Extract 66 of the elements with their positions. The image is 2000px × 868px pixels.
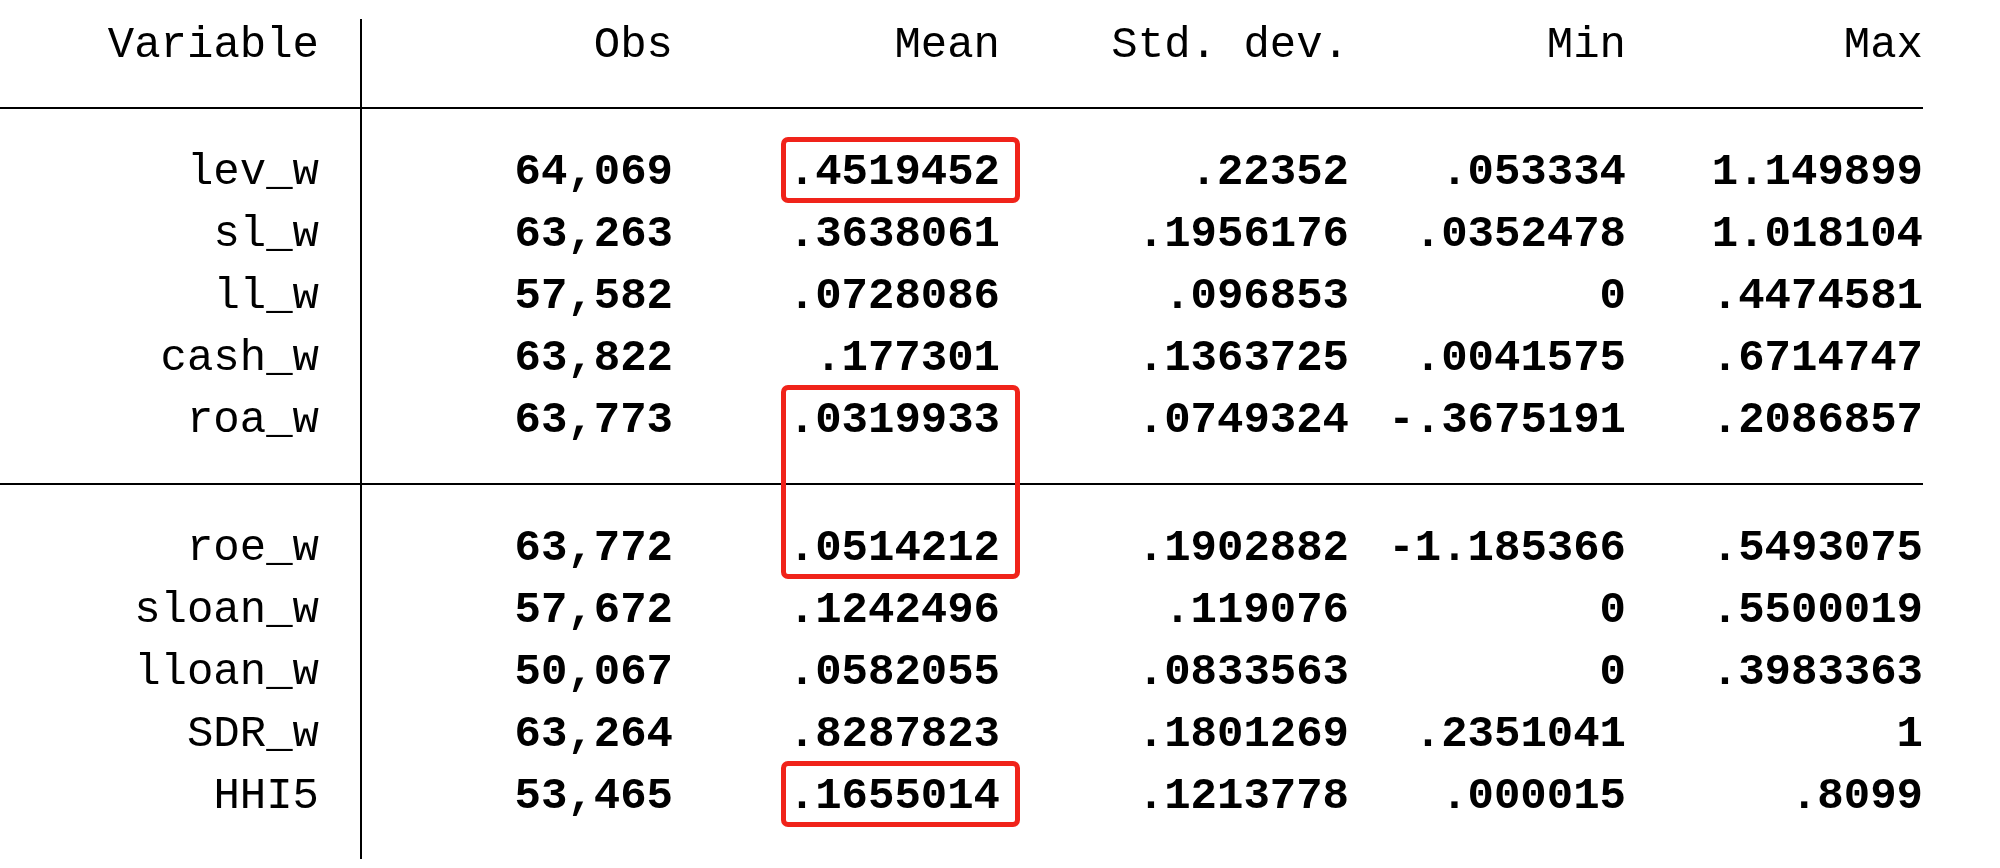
table-cell: 1 (1896, 709, 1923, 759)
table-cell: .0041575 (1414, 333, 1626, 383)
table-cell: .2086857 (1711, 395, 1923, 445)
table-cell: .3638061 (788, 209, 1000, 259)
table-cell: .1902882 (1137, 523, 1349, 573)
table-cell: .1242496 (788, 585, 1000, 635)
table-cell: 63,264 (514, 709, 673, 759)
table-cell: .1956176 (1137, 209, 1349, 259)
table-cell: .0582055 (788, 647, 1000, 697)
variable-name: sloan_w (134, 585, 319, 635)
table-cell: -.3675191 (1388, 395, 1626, 445)
table-cell: .119076 (1164, 585, 1349, 635)
table-cell: .6714747 (1711, 333, 1923, 383)
table-cell: .8099 (1790, 771, 1923, 821)
table-cell: .4519452 (788, 147, 1000, 197)
variable-name: cash_w (160, 333, 319, 383)
table-cell: .1655014 (788, 771, 1000, 821)
column-header: Variable (107, 20, 319, 70)
column-header: Max (1843, 20, 1923, 70)
variable-name: ll_w (213, 271, 319, 321)
table-cell: .5493075 (1711, 523, 1923, 573)
table-cell: .053334 (1441, 147, 1626, 197)
table-cell: .0833563 (1137, 647, 1349, 697)
table-cell: 63,822 (514, 333, 673, 383)
table-cell: .0728086 (788, 271, 1000, 321)
table-cell: 50,067 (514, 647, 673, 697)
table-cell: .000015 (1441, 771, 1626, 821)
variable-name: lloan_w (134, 647, 319, 697)
table-cell: -1.185366 (1388, 523, 1626, 573)
table-cell: .3983363 (1711, 647, 1923, 697)
column-header: Std. dev. (1111, 20, 1349, 70)
table-cell: .0514212 (788, 523, 1000, 573)
table-cell: 0 (1599, 647, 1626, 697)
table-cell: 1.018104 (1711, 209, 1923, 259)
table-cell: 1.149899 (1711, 147, 1923, 197)
table-cell: 63,772 (514, 523, 673, 573)
table-cell: .0319933 (788, 395, 1000, 445)
table-cell: 63,263 (514, 209, 673, 259)
table-cell: .1213778 (1137, 771, 1349, 821)
table-cell: .2351041 (1414, 709, 1626, 759)
table-cell: .22352 (1190, 147, 1349, 197)
table-cell: 0 (1599, 585, 1626, 635)
variable-name: roa_w (186, 395, 319, 445)
variable-name: sl_w (213, 209, 319, 259)
table-cell: 0 (1599, 271, 1626, 321)
variable-name: HHI5 (213, 771, 319, 821)
column-header: Mean (894, 20, 1000, 70)
variable-name: lev_w (186, 147, 319, 197)
table-cell: .8287823 (788, 709, 1000, 759)
table-cell: .5500019 (1711, 585, 1923, 635)
column-header: Min (1546, 20, 1626, 70)
table-cell: .0352478 (1414, 209, 1626, 259)
table-cell: .177301 (815, 333, 1000, 383)
variable-name: SDR_w (186, 709, 319, 759)
table-cell: 57,672 (514, 585, 673, 635)
table-cell: 53,465 (514, 771, 673, 821)
variable-name: roe_w (186, 523, 319, 573)
table-cell: 63,773 (514, 395, 673, 445)
table-cell: .0749324 (1137, 395, 1349, 445)
table-cell: .096853 (1164, 271, 1349, 321)
table-cell: .4474581 (1711, 271, 1923, 321)
table-cell: 57,582 (514, 271, 673, 321)
table-cell: .1363725 (1137, 333, 1349, 383)
table-cell: .1801269 (1137, 709, 1349, 759)
table-cell: 64,069 (514, 147, 673, 197)
column-header: Obs (593, 20, 673, 70)
